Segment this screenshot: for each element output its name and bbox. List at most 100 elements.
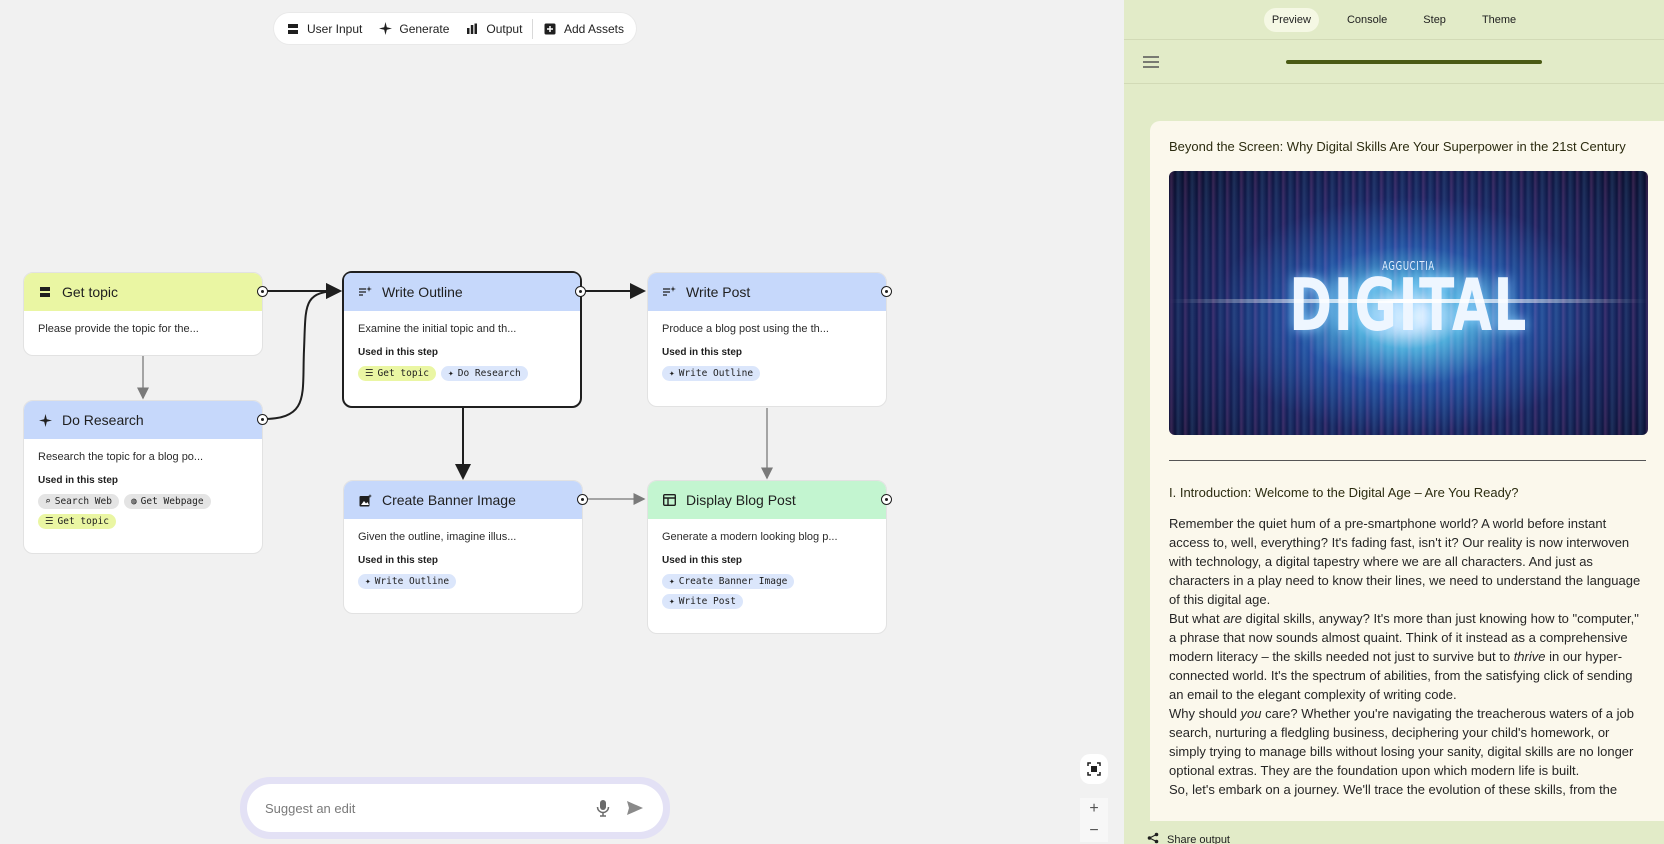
tab-theme[interactable]: Theme (1474, 8, 1524, 32)
sparkle-icon: ✦ (669, 576, 675, 587)
graph-canvas[interactable]: User Input Generate Output Add Assets Ge… (0, 0, 1124, 844)
node-body: Examine the initial topic and th... Used… (344, 311, 580, 393)
sparkle-icon: ✦ (365, 576, 371, 587)
banner-image: AGGUCITIA DIGITAL (1169, 171, 1648, 435)
chip-write-outline[interactable]: ✦ Write Outline (358, 574, 457, 589)
send-icon[interactable] (623, 796, 647, 820)
panel-toolbar (1124, 40, 1664, 84)
add-box-icon (543, 22, 557, 36)
node-header[interactable]: Write Post (648, 273, 892, 311)
microphone-icon[interactable] (591, 796, 615, 820)
user-input-icon: ☰ (45, 516, 54, 527)
output-port[interactable] (257, 414, 268, 425)
sparkle-icon: ✦ (669, 596, 675, 607)
generate-button[interactable]: Generate (378, 22, 449, 36)
tab-preview[interactable]: Preview (1263, 7, 1319, 32)
chip-label: Write Post (678, 596, 736, 607)
tab-console[interactable]: Console (1339, 8, 1395, 32)
edge-research-writeoutline (261, 283, 342, 420)
tab-step[interactable]: Step (1415, 8, 1454, 32)
node-header[interactable]: Display Blog Post (648, 481, 892, 519)
paragraph-text: So, let's embark on a journey. We'll tra… (1169, 782, 1618, 797)
image-generate-icon (358, 493, 372, 507)
output-port[interactable] (881, 286, 892, 297)
node-title: Write Outline (382, 284, 463, 300)
node-title: Get topic (62, 284, 119, 300)
share-label: Share output (1167, 833, 1230, 844)
emphasis: you (1240, 706, 1262, 721)
node-description: Research the topic for a blog po... (38, 451, 204, 463)
node-description: Examine the initial topic and th... (358, 323, 517, 335)
node-do-research[interactable]: Do Research Research the topic for a blo… (23, 400, 268, 554)
chip-get-webpage[interactable]: ◍ Get Webpage (123, 494, 211, 509)
chip-label: Get Webpage (140, 496, 204, 507)
emphasis: thrive (1513, 649, 1546, 664)
share-icon (1147, 832, 1159, 844)
emphasis: are (1223, 611, 1242, 626)
generate-label: Generate (399, 21, 450, 36)
chip-list: ⌕ Search Web ◍ Get Webpage ☰ Get topic (38, 494, 248, 529)
preview-panel: Preview Console Step Theme Beyond the Sc… (1124, 0, 1664, 844)
user-input-icon (38, 285, 52, 299)
output-port[interactable] (881, 494, 892, 505)
sparkle-icon (378, 22, 392, 36)
chip-label: Do Research (457, 368, 521, 379)
chip-get-topic[interactable]: ☰ Get topic (38, 514, 117, 529)
chip-label: Get topic (57, 516, 110, 527)
output-port[interactable] (257, 286, 268, 297)
node-title: Display Blog Post (686, 492, 796, 508)
node-header[interactable]: Do Research (24, 401, 268, 439)
output-port[interactable] (577, 494, 588, 505)
zoom-in-button[interactable]: + (1080, 798, 1108, 820)
chip-list: ☰ Get topic ✦ Do Research (358, 366, 566, 381)
add-assets-button[interactable]: Add Assets (543, 22, 624, 36)
user-input-icon (286, 22, 300, 36)
chip-label: Write Outline (374, 576, 450, 587)
node-description: Generate a modern looking blog p... (662, 531, 838, 543)
chip-write-outline[interactable]: ✦ Write Outline (662, 366, 761, 381)
post-title: Beyond the Screen: Why Digital Skills Ar… (1169, 139, 1626, 154)
zoom-out-button[interactable]: − (1080, 820, 1108, 842)
chip-search-web[interactable]: ⌕ Search Web (38, 494, 119, 509)
node-header[interactable]: Write Outline (344, 273, 586, 311)
section-heading: I. Introduction: Welcome to the Digital … (1169, 485, 1519, 500)
chip-do-research[interactable]: ✦ Do Research (441, 366, 528, 381)
chip-list: ✦ Create Banner Image ✦ Write Post (662, 574, 872, 609)
node-header[interactable]: Get topic (24, 273, 268, 311)
paragraph: But what are digital skills, anyway? It'… (1169, 609, 1646, 704)
text-generate-icon (358, 285, 372, 299)
output-button[interactable]: Output (465, 22, 522, 36)
node-create-banner-image[interactable]: Create Banner Image Given the outline, i… (343, 480, 588, 614)
fit-view-icon[interactable] (1080, 754, 1108, 784)
node-write-outline[interactable]: Write Outline Examine the initial topic … (342, 271, 586, 408)
web-layout-icon (662, 493, 676, 507)
toolbar-divider (532, 18, 533, 39)
output-label: Output (486, 21, 523, 36)
node-description: Given the outline, imagine illus... (358, 531, 517, 543)
node-write-post[interactable]: Write Post Produce a blog post using the… (647, 272, 892, 407)
panel-tabs: Preview Console Step Theme (1124, 0, 1664, 40)
chip-create-banner-image[interactable]: ✦ Create Banner Image (662, 574, 795, 589)
node-display-blog-post[interactable]: Display Blog Post Generate a modern look… (647, 480, 892, 634)
node-body: Please provide the topic for the... (24, 311, 262, 359)
paragraph: Remember the quiet hum of a pre-smartpho… (1169, 514, 1646, 609)
chip-label: Create Banner Image (678, 576, 788, 587)
node-get-topic[interactable]: Get topic Please provide the topic for t… (23, 272, 268, 359)
node-title: Write Post (686, 284, 751, 300)
node-body: Given the outline, imagine illus... Used… (344, 519, 582, 601)
run-progress-bar (1286, 60, 1542, 64)
node-title: Do Research (62, 412, 144, 428)
output-port[interactable] (575, 286, 586, 297)
menu-icon[interactable] (1140, 51, 1162, 73)
node-body: Research the topic for a blog po... Used… (24, 439, 262, 541)
user-input-icon: ☰ (365, 368, 374, 379)
share-output-button[interactable]: Share output (1147, 832, 1230, 844)
chip-get-topic[interactable]: ☰ Get topic (358, 366, 437, 381)
user-input-button[interactable]: User Input (286, 22, 362, 36)
divider (1169, 460, 1646, 461)
chip-write-post[interactable]: ✦ Write Post (662, 594, 743, 609)
paragraph-text: Why should (1169, 706, 1241, 721)
node-header[interactable]: Create Banner Image (344, 481, 588, 519)
suggest-edit-input[interactable] (265, 800, 583, 816)
progress-fill (1286, 60, 1542, 64)
